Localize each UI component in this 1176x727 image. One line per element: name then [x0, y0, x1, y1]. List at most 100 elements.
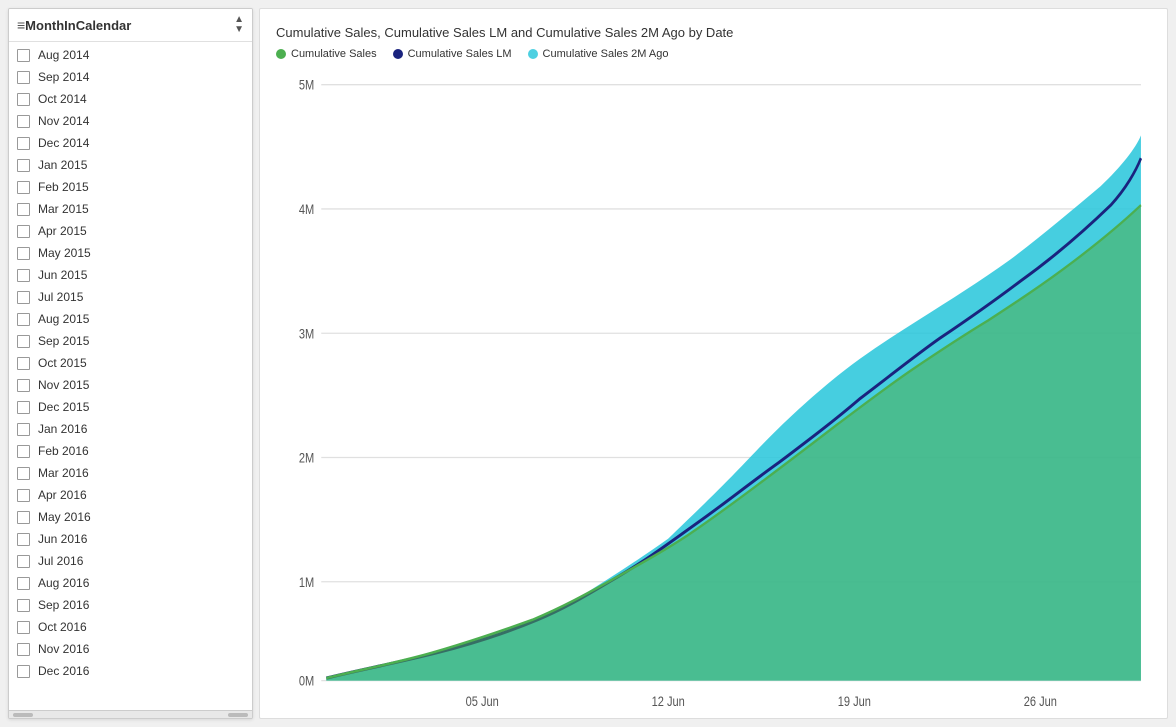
checkbox[interactable] — [17, 599, 30, 612]
list-item[interactable]: Apr 2015 — [9, 220, 252, 242]
month-label: Jan 2015 — [38, 158, 87, 172]
month-label: Nov 2014 — [38, 114, 89, 128]
list-item[interactable]: Dec 2015 — [9, 396, 252, 418]
list-item[interactable]: Sep 2015 — [9, 330, 252, 352]
panel-title: MonthInCalendar — [25, 18, 234, 33]
checkbox[interactable] — [17, 71, 30, 84]
list-item[interactable]: Dec 2016 — [9, 660, 252, 682]
checkbox[interactable] — [17, 445, 30, 458]
checkbox[interactable] — [17, 401, 30, 414]
checkbox[interactable] — [17, 247, 30, 260]
list-item[interactable]: Jul 2015 — [9, 286, 252, 308]
list-item[interactable]: Nov 2015 — [9, 374, 252, 396]
month-label: Sep 2016 — [38, 598, 89, 612]
svg-text:1M: 1M — [299, 575, 314, 591]
month-label: Nov 2016 — [38, 642, 89, 656]
checkbox[interactable] — [17, 621, 30, 634]
checkbox[interactable] — [17, 467, 30, 480]
checkbox[interactable] — [17, 137, 30, 150]
legend-label: Cumulative Sales LM — [408, 48, 512, 60]
list-item[interactable]: Nov 2014 — [9, 110, 252, 132]
list-item[interactable]: Dec 2014 — [9, 132, 252, 154]
svg-text:05 Jun: 05 Jun — [466, 694, 499, 706]
scroll-handle-left[interactable] — [13, 713, 33, 717]
checkbox[interactable] — [17, 577, 30, 590]
month-list[interactable]: Aug 2014 Sep 2014Oct 2014 Nov 2014 Dec 2014… — [9, 42, 252, 710]
list-item[interactable]: Aug 2015 — [9, 308, 252, 330]
month-label: Aug 2015 — [38, 312, 89, 326]
legend-label: Cumulative Sales 2M Ago — [543, 48, 669, 60]
checkbox[interactable] — [17, 357, 30, 370]
month-label: Jun 2016 — [38, 532, 87, 546]
month-label: Oct 2015 — [38, 356, 87, 370]
panel-bottom-bar — [9, 710, 252, 718]
list-item[interactable]: May 2016 — [9, 506, 252, 528]
list-item[interactable]: Jun 2016 — [9, 528, 252, 550]
list-item[interactable]: Aug 2016 — [9, 572, 252, 594]
checkbox[interactable] — [17, 291, 30, 304]
month-label: Apr 2015 — [38, 224, 87, 238]
checkbox[interactable] — [17, 269, 30, 282]
list-item[interactable]: Feb 2016 — [9, 440, 252, 462]
list-item[interactable]: Mar 2016 — [9, 462, 252, 484]
list-item[interactable]: Sep 2014 — [9, 66, 252, 88]
list-item[interactable]: Jan 2015 — [9, 154, 252, 176]
list-item[interactable]: Jan 2016 — [9, 418, 252, 440]
svg-text:0M: 0M — [299, 674, 314, 690]
chart-svg: 5M 4M 3M 2M 1M 0M 05 Jun 12 Jun 19 Jun 2… — [276, 72, 1151, 706]
legend-dot — [528, 49, 538, 59]
checkbox[interactable] — [17, 159, 30, 172]
list-item[interactable]: Jul 2016 — [9, 550, 252, 572]
checkbox[interactable] — [17, 335, 30, 348]
legend-label: Cumulative Sales — [291, 48, 377, 60]
legend-item: Cumulative Sales LM — [393, 48, 512, 60]
checkbox[interactable] — [17, 203, 30, 216]
hamburger-icon[interactable]: ≡ — [17, 18, 25, 32]
month-label: Jul 2016 — [38, 554, 83, 568]
month-label: Jul 2015 — [38, 290, 83, 304]
svg-text:2M: 2M — [299, 450, 314, 466]
list-item[interactable]: Aug 2014 — [9, 44, 252, 66]
checkbox[interactable] — [17, 665, 30, 678]
list-item[interactable]: Apr 2016 — [9, 484, 252, 506]
list-item[interactable]: Nov 2016 — [9, 638, 252, 660]
chart-title: Cumulative Sales, Cumulative Sales LM an… — [276, 25, 1151, 40]
checkbox[interactable] — [17, 49, 30, 62]
list-item[interactable]: May 2015 — [9, 242, 252, 264]
checkbox[interactable] — [17, 225, 30, 238]
list-item[interactable]: Sep 2016 — [9, 594, 252, 616]
list-item[interactable]: Jun 2015 — [9, 264, 252, 286]
month-label: Dec 2014 — [38, 136, 89, 150]
checkbox[interactable] — [17, 555, 30, 568]
scroll-handle-right[interactable] — [228, 713, 248, 717]
svg-text:3M: 3M — [299, 326, 314, 342]
checkbox[interactable] — [17, 489, 30, 502]
svg-text:12 Jun: 12 Jun — [652, 694, 685, 706]
month-label: Oct 2016 — [38, 620, 87, 634]
list-item[interactable]: Feb 2015 — [9, 176, 252, 198]
checkbox[interactable] — [17, 423, 30, 436]
checkbox[interactable] — [17, 379, 30, 392]
checkbox[interactable] — [17, 643, 30, 656]
svg-text:26 Jun: 26 Jun — [1024, 694, 1057, 706]
list-item[interactable]: Mar 2015 — [9, 198, 252, 220]
checkbox[interactable] — [17, 533, 30, 546]
filter-panel: ≡ MonthInCalendar ▲ ▼ Aug 2014Sep 2014Oc… — [8, 8, 253, 719]
month-label: Jun 2015 — [38, 268, 87, 282]
month-label: Sep 2015 — [38, 334, 89, 348]
chart-panel: Cumulative Sales, Cumulative Sales LM an… — [259, 8, 1168, 719]
checkbox[interactable] — [17, 313, 30, 326]
checkbox[interactable] — [17, 115, 30, 128]
month-label: May 2016 — [38, 510, 91, 524]
checkbox[interactable] — [17, 93, 30, 106]
list-item[interactable]: Oct 2016 — [9, 616, 252, 638]
svg-text:19 Jun: 19 Jun — [838, 694, 871, 706]
month-label: Aug 2014 — [38, 48, 89, 62]
sort-icons[interactable]: ▲ ▼ — [234, 15, 244, 35]
list-item[interactable]: Oct 2015 — [9, 352, 252, 374]
month-label: May 2015 — [38, 246, 91, 260]
checkbox[interactable] — [17, 181, 30, 194]
month-label: Dec 2015 — [38, 400, 89, 414]
checkbox[interactable] — [17, 511, 30, 524]
list-item[interactable]: Oct 2014 — [9, 88, 252, 110]
